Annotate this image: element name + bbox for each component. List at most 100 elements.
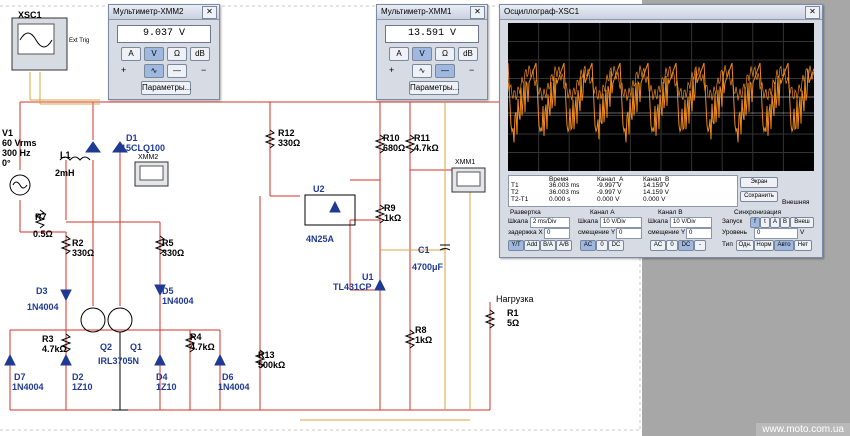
r13-name: R13	[258, 350, 275, 360]
oscilloscope-screen	[508, 23, 814, 171]
xsc1-label: XSC1	[18, 10, 42, 20]
sweep-scale-field[interactable]: 2 ms/Div	[530, 217, 570, 228]
edge-rise-button[interactable]: f	[750, 217, 760, 228]
r12-name: R12	[278, 128, 295, 138]
d5-value: 1N4004	[162, 296, 194, 306]
type-none-button[interactable]: Нет	[794, 240, 812, 251]
q2-name: Q2	[100, 342, 113, 352]
chb-scale-field[interactable]: 10 V/Div	[670, 217, 712, 228]
mode-ab-button[interactable]: A/B	[556, 240, 572, 251]
d3-name: D3	[36, 286, 48, 296]
row-dt-a: 0.000 V	[597, 196, 620, 203]
xmm1-name: XMM1	[455, 159, 476, 166]
dc-line-button[interactable]: —	[435, 64, 455, 78]
r7-value: 0.5Ω	[33, 229, 53, 239]
r3-name: R3	[42, 334, 54, 344]
type-auto-button[interactable]: Авто	[774, 240, 794, 251]
cha-dc-button[interactable]: DC	[608, 240, 624, 251]
type-normal-button[interactable]: Норм	[754, 240, 774, 251]
r13-value: 500kΩ	[258, 360, 286, 370]
u2-value: 4N25A	[306, 234, 335, 244]
close-icon[interactable]: ✕	[805, 6, 820, 19]
cha-y-label: смещение Y	[578, 229, 616, 236]
mode-a-button[interactable]: A	[121, 47, 141, 61]
mode-ohm-button[interactable]: Ω	[167, 47, 187, 61]
cha-zero-button[interactable]: 0	[596, 240, 608, 251]
d1-value: 15CLQ100	[121, 143, 166, 153]
mode-add-button[interactable]: Add	[524, 240, 540, 251]
d4-name: D4	[156, 372, 168, 382]
cha-title: Канал A	[590, 209, 615, 216]
cursor-readout-panel: Время Канал_A Канал_B T1 36.003 ms -9.99…	[508, 175, 738, 207]
multimeter1-reading: 13.591 V	[385, 25, 479, 43]
d7-name: D7	[14, 372, 26, 382]
xmm2-name: XMM2	[138, 154, 159, 161]
r2-name: R2	[72, 238, 84, 248]
r1-name: R1	[507, 308, 519, 318]
close-icon[interactable]: ✕	[470, 6, 485, 19]
cha-ac-button[interactable]: AC	[580, 240, 596, 251]
mode-v-button[interactable]: V	[144, 47, 164, 61]
minus-terminal: −	[469, 65, 475, 75]
mode-db-button[interactable]: dB	[458, 47, 478, 61]
plus-terminal: +	[389, 65, 395, 75]
chb-minus-button[interactable]: -	[694, 240, 706, 251]
src-b-button[interactable]: B	[780, 217, 790, 228]
source-phase: 0°	[2, 158, 11, 168]
mode-ba-button[interactable]: B/A	[540, 240, 556, 251]
multimeter2-reading: 9.037 V	[117, 25, 211, 43]
save-button[interactable]: Сохранить	[740, 191, 778, 202]
ac-wave-button[interactable]: ∿	[144, 64, 164, 78]
chb-scale-label: Шкала	[648, 218, 668, 225]
r3-value: 4.7kΩ	[42, 344, 67, 354]
chb-title: Канал B	[658, 209, 683, 216]
mode-yt-button[interactable]: Y/T	[508, 240, 524, 251]
l1-name: L1	[60, 150, 71, 160]
chb-ac-button[interactable]: AC	[650, 240, 666, 251]
d2-name: D2	[72, 372, 84, 382]
cha-scale-label: Шкала	[578, 218, 598, 225]
r5-value: 330Ω	[162, 248, 185, 258]
screen-button[interactable]: Экран	[740, 177, 778, 188]
oscilloscope-title: Осциллограф-XSC1	[500, 5, 822, 20]
mode-ohm-button[interactable]: Ω	[435, 47, 455, 61]
mode-db-button[interactable]: dB	[190, 47, 210, 61]
params-button[interactable]: Параметры...	[141, 81, 191, 95]
d5-name: D5	[162, 286, 174, 296]
sync-start-label: Запуск	[722, 218, 743, 225]
r1-label: Нагрузка	[496, 294, 534, 304]
multimeter1-window[interactable]: Мультиметр-XMM1 ✕ 13.591 V A V Ω dB ∿ — …	[376, 4, 488, 100]
src-ext-button[interactable]: Внеш	[790, 217, 814, 228]
r7-name: R7	[35, 212, 47, 222]
xsc1-ext-label: Ext Trig	[69, 38, 90, 44]
mode-a-button[interactable]: A	[389, 47, 409, 61]
r11-value: 4.7kΩ	[414, 143, 439, 153]
chb-zero-button[interactable]: 0	[666, 240, 678, 251]
src-a-button[interactable]: A	[770, 217, 780, 228]
oscilloscope-window[interactable]: Осциллограф-XSC1 ✕ Время Канал_A Канал_B…	[499, 4, 823, 258]
sweep-scale-label: Шкала	[508, 218, 528, 225]
multimeter2-window[interactable]: Мультиметр-XMM2 ✕ 9.037 V A V Ω dB ∿ — +…	[108, 4, 220, 100]
source-amp: 60 Vrms	[2, 138, 37, 148]
r5-name: R5	[162, 238, 174, 248]
type-single-button[interactable]: Одн.	[736, 240, 754, 251]
cha-y-field[interactable]: 0	[616, 228, 642, 239]
multisim-workspace: XSC1 Ext Trig V1 60 Vrms 300 Hz 0° L1 2m…	[0, 0, 850, 436]
source-freq: 300 Hz	[2, 148, 31, 158]
u1-value: TL431CP	[333, 282, 372, 292]
c1-name: C1	[418, 245, 430, 255]
q1-value: IRL3705N	[98, 356, 140, 366]
row-dt-time: 0.000 s	[549, 196, 571, 203]
dc-line-button[interactable]: —	[167, 64, 187, 78]
close-icon[interactable]: ✕	[202, 6, 217, 19]
chb-y-field[interactable]: 0	[686, 228, 712, 239]
mode-v-button[interactable]: V	[412, 47, 432, 61]
ac-wave-button[interactable]: ∿	[412, 64, 432, 78]
row-dt-name: T2-T1	[511, 196, 529, 203]
params-button[interactable]: Параметры...	[409, 81, 459, 95]
cha-scale-field[interactable]: 10 V/Div	[600, 217, 642, 228]
chb-dc-button[interactable]: DC	[678, 240, 694, 251]
sync-level-field[interactable]: 0	[754, 228, 798, 239]
edge-fall-button[interactable]: t	[760, 217, 770, 228]
sweep-x-field[interactable]: 0	[544, 228, 570, 239]
